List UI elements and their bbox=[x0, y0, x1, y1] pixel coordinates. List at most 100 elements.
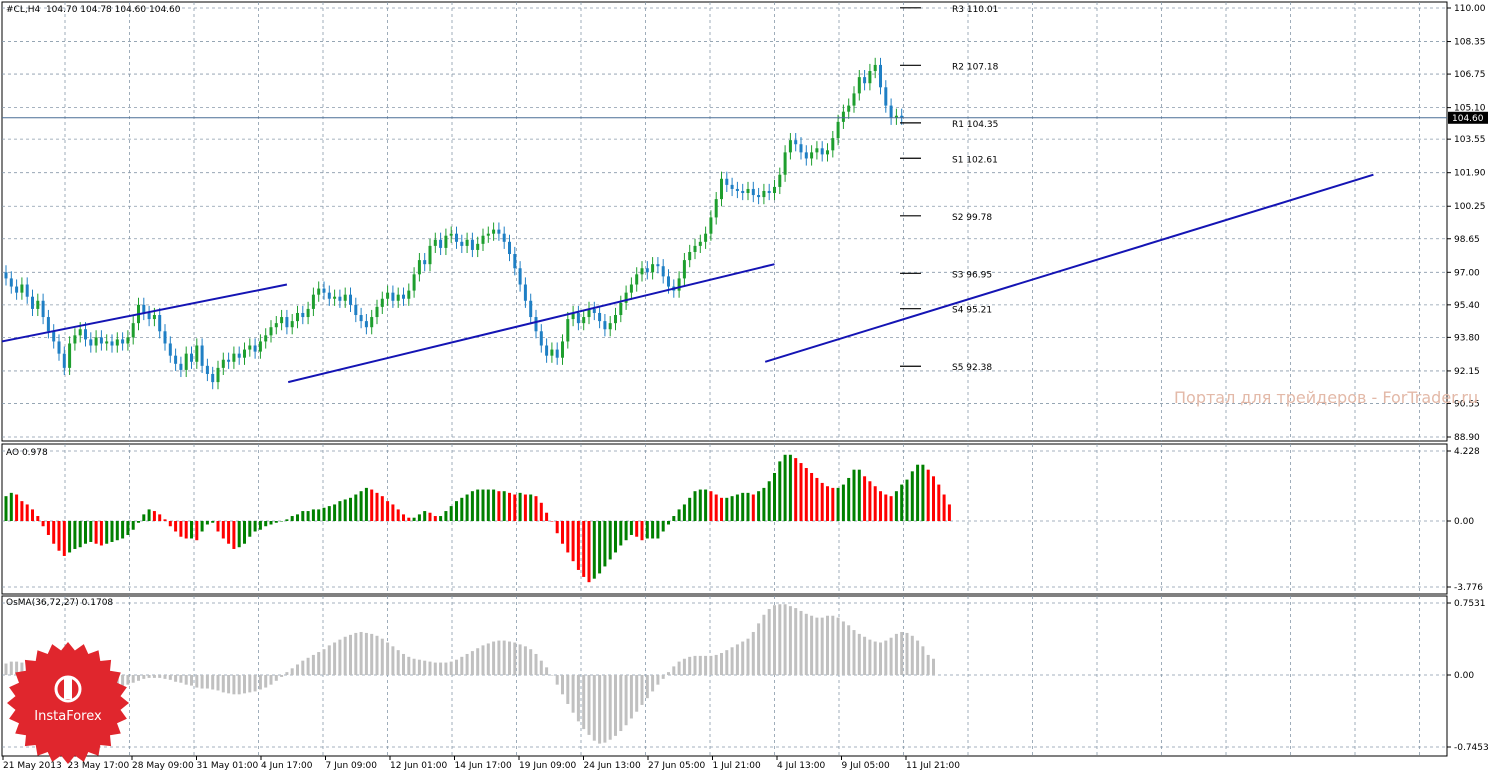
candle-body bbox=[651, 264, 655, 273]
candle-body bbox=[677, 278, 681, 291]
osma-bar bbox=[232, 675, 236, 695]
ao-bar bbox=[651, 521, 655, 539]
candle-body bbox=[656, 264, 660, 267]
ao-bar bbox=[545, 512, 549, 521]
candle-body bbox=[36, 300, 40, 309]
candle-body bbox=[640, 268, 644, 275]
osma-bar bbox=[820, 617, 824, 675]
osma-bar bbox=[444, 662, 448, 675]
price-tick-label: 100.25 bbox=[1454, 202, 1486, 212]
ao-bar bbox=[62, 521, 66, 556]
ao-bar bbox=[4, 496, 8, 521]
candle-body bbox=[852, 93, 856, 106]
ao-bar bbox=[163, 519, 167, 521]
candle-body bbox=[20, 284, 24, 293]
candle-body bbox=[380, 298, 384, 307]
time-tick-label: 7 Jun 09:00 bbox=[326, 761, 378, 771]
osma-bar bbox=[433, 662, 437, 675]
candle-body bbox=[545, 345, 549, 356]
ao-bar bbox=[900, 484, 904, 521]
ao-bar bbox=[550, 521, 554, 522]
osma-bar bbox=[619, 675, 623, 732]
candle-body bbox=[243, 349, 246, 358]
osma-bar bbox=[788, 606, 792, 675]
candle-body bbox=[476, 243, 480, 250]
ao-bar bbox=[391, 504, 395, 521]
ao-bar bbox=[439, 516, 443, 521]
ao-bar bbox=[947, 504, 951, 521]
ao-bar bbox=[640, 521, 644, 541]
ao-bar bbox=[285, 519, 289, 521]
osma-bar bbox=[274, 675, 278, 681]
ao-bar bbox=[428, 512, 432, 521]
candle-body bbox=[608, 323, 612, 330]
ao-bar bbox=[301, 511, 305, 521]
osma-bar bbox=[306, 657, 310, 675]
candle-body bbox=[884, 87, 888, 106]
candle-body bbox=[836, 121, 840, 139]
candle-body bbox=[561, 341, 564, 358]
osma-bar bbox=[253, 675, 257, 692]
candle-body bbox=[735, 188, 739, 191]
osma-bar bbox=[667, 672, 670, 675]
candle-body bbox=[497, 229, 501, 234]
osma-bar bbox=[200, 675, 204, 689]
osma-bar bbox=[184, 675, 188, 685]
osma-bar bbox=[804, 613, 808, 675]
candle-body bbox=[131, 323, 135, 338]
ao-bar bbox=[296, 514, 299, 521]
osma-bar bbox=[137, 675, 140, 681]
osma-bar bbox=[248, 675, 252, 693]
ao-bar bbox=[476, 489, 480, 521]
osma-bar bbox=[714, 654, 718, 675]
ao-bar bbox=[879, 491, 882, 521]
osma-bar bbox=[868, 639, 872, 675]
ao-bar bbox=[9, 492, 13, 521]
time-tick-label: 28 May 09:00 bbox=[132, 761, 194, 771]
ao-bar bbox=[555, 521, 559, 534]
ao-bar bbox=[216, 521, 220, 532]
ao-bar bbox=[227, 521, 231, 544]
ao-bar bbox=[470, 491, 474, 521]
ao-bar bbox=[200, 521, 204, 532]
osma-bar bbox=[529, 649, 533, 675]
time-tick-label: 1 Jul 21:00 bbox=[713, 761, 762, 771]
osma-bar bbox=[757, 623, 761, 675]
ao-bar bbox=[757, 491, 761, 521]
candle-body bbox=[364, 321, 368, 328]
ao-bar bbox=[656, 521, 660, 539]
ao-bar bbox=[15, 494, 19, 521]
candle-body bbox=[115, 339, 119, 346]
candle-body bbox=[343, 294, 347, 301]
ao-bar bbox=[359, 491, 363, 521]
candle-body bbox=[847, 105, 851, 112]
ao-bar bbox=[518, 492, 522, 521]
osma-bar bbox=[640, 675, 644, 705]
ao-bar bbox=[682, 504, 686, 521]
candle-body bbox=[804, 152, 808, 159]
ao-bar bbox=[343, 499, 347, 521]
ao-bar bbox=[31, 509, 34, 521]
osma-bar bbox=[513, 642, 517, 675]
osma-bar bbox=[836, 617, 840, 675]
osma-bar bbox=[380, 638, 384, 675]
candle-body bbox=[290, 321, 294, 328]
candle-body bbox=[396, 294, 400, 301]
pivot-level-label: S1 102.61 bbox=[952, 155, 998, 165]
ao-bar bbox=[513, 494, 517, 521]
ao-bar bbox=[94, 521, 98, 544]
candle-body bbox=[158, 315, 162, 332]
candle-body bbox=[751, 188, 755, 196]
osma-panel-title: OsMA(36,72,27) 0.1708 bbox=[6, 598, 114, 608]
ao-bar bbox=[932, 476, 935, 521]
ao-bar bbox=[57, 521, 61, 551]
candle-body bbox=[529, 300, 533, 318]
ao-bar bbox=[121, 521, 125, 539]
ao-bar bbox=[99, 521, 103, 546]
candle-body bbox=[68, 343, 72, 368]
candle-body bbox=[444, 235, 448, 248]
osma-bar bbox=[932, 658, 935, 675]
price-tick-label: 106.75 bbox=[1454, 70, 1486, 80]
osma-bar bbox=[916, 640, 920, 675]
osma-bar bbox=[677, 661, 681, 675]
